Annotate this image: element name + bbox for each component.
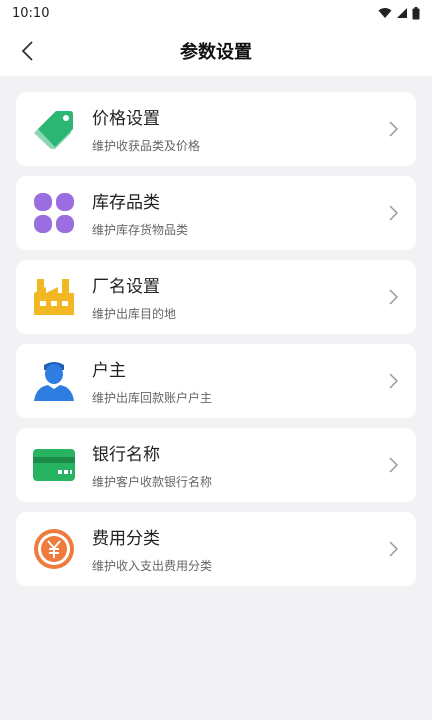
settings-item-category[interactable]: 库存品类 维护库存货物品类 (16, 176, 416, 250)
status-bar: 10:10 (0, 0, 432, 26)
settings-item-desc: 维护客户收款银行名称 (92, 475, 213, 489)
chevron-right-icon (386, 205, 400, 221)
settings-item-title: 费用分类 (92, 529, 160, 549)
person-icon (30, 357, 78, 405)
chevron-right-icon (386, 121, 400, 137)
settings-item-desc: 维护收入支出费用分类 (92, 559, 213, 573)
chevron-left-icon (21, 41, 33, 61)
status-time: 10:10 (12, 5, 50, 21)
price-tag-icon (30, 105, 78, 153)
app-header: 参数设置 (0, 26, 432, 76)
settings-item-factory[interactable]: 厂名设置 维护出库目的地 (16, 260, 416, 334)
chevron-right-icon (386, 289, 400, 305)
chevron-right-icon (386, 457, 400, 473)
status-icons (378, 6, 420, 20)
bank-card-icon (30, 441, 78, 489)
settings-item-owner[interactable]: 户主 维护出库回款账户户主 (16, 344, 416, 418)
settings-item-desc: 维护出库目的地 (92, 307, 177, 321)
settings-item-title: 户主 (92, 361, 126, 381)
settings-item-title: 价格设置 (92, 109, 160, 129)
settings-item-desc: 维护库存货物品类 (92, 223, 189, 237)
settings-item-title: 银行名称 (92, 445, 160, 465)
category-grid-icon (30, 189, 78, 237)
settings-item-expense[interactable]: 费用分类 维护收入支出费用分类 (16, 512, 416, 586)
yuan-coin-icon (30, 525, 78, 573)
settings-item-desc: 维护收获品类及价格 (92, 139, 201, 153)
factory-icon (30, 273, 78, 321)
settings-item-price[interactable]: 价格设置 维护收获品类及价格 (16, 92, 416, 166)
settings-item-bank[interactable]: 银行名称 维护客户收款银行名称 (16, 428, 416, 502)
settings-item-desc: 维护出库回款账户户主 (92, 391, 213, 405)
settings-list: 价格设置 维护收获品类及价格 库存品类 维护库存货物品类 厂名设置 维护出库目的… (0, 76, 432, 586)
signal-icon (397, 8, 407, 18)
chevron-right-icon (386, 541, 400, 557)
settings-item-title: 厂名设置 (92, 277, 160, 297)
chevron-right-icon (386, 373, 400, 389)
settings-item-title: 库存品类 (92, 193, 160, 213)
wifi-icon (378, 8, 392, 18)
page-title: 参数设置 (180, 42, 252, 63)
battery-icon (412, 6, 420, 19)
back-button[interactable] (12, 36, 42, 66)
